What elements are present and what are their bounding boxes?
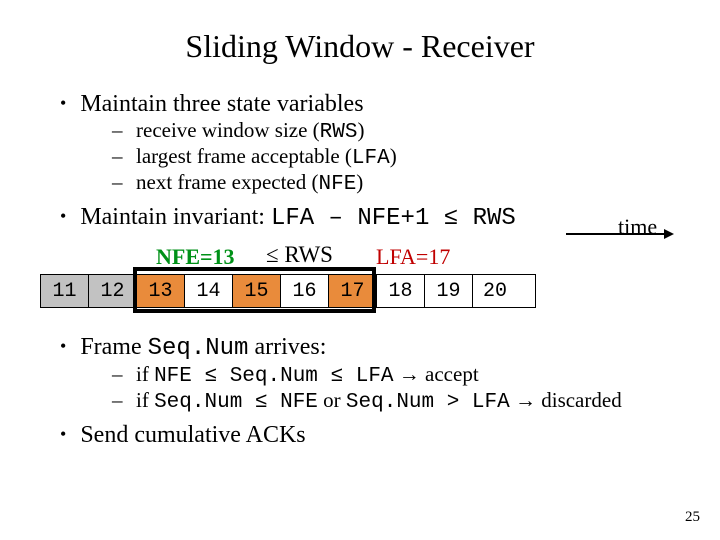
bullet-2: • Maintain invariant: LFA – NFE+1 ≤ RWS bbox=[60, 204, 690, 232]
bullet-3-post: arrives: bbox=[248, 334, 326, 360]
bullet-dot: • bbox=[60, 94, 66, 112]
sub-1a-pre: receive window size ( bbox=[136, 118, 320, 142]
bullet-2-pre: Maintain invariant: bbox=[80, 204, 271, 230]
sub-1b-code: LFA bbox=[352, 147, 390, 170]
sub-1a-post: ) bbox=[357, 118, 364, 142]
dash: – bbox=[112, 388, 126, 414]
sub-3a-code: NFE ≤ Seq.Num ≤ LFA bbox=[154, 365, 393, 388]
sub-1a: – receive window size (RWS) bbox=[112, 118, 690, 144]
cell: 15 bbox=[233, 275, 281, 307]
slide-body: • Maintain three state variables – recei… bbox=[0, 91, 720, 449]
sub-1c-pre: next frame expected ( bbox=[136, 170, 318, 194]
sub-1c-code: NFE bbox=[318, 173, 356, 196]
cell: 19 bbox=[425, 275, 473, 307]
slide-title: Sliding Window - Receiver bbox=[0, 0, 720, 83]
sub-3b-or: or bbox=[318, 388, 346, 412]
sub-3b-code2: Seq.Num > LFA bbox=[346, 391, 510, 414]
cell: 14 bbox=[185, 275, 233, 307]
bullet-4: • Send cumulative ACKs bbox=[60, 422, 690, 449]
dash: – bbox=[112, 118, 126, 144]
arrow-icon: → bbox=[510, 388, 542, 412]
cell-row: 11 12 13 14 15 16 17 18 19 20 bbox=[40, 274, 536, 308]
bullet-dot: • bbox=[60, 425, 66, 443]
cell: 16 bbox=[281, 275, 329, 307]
cell: 17 bbox=[329, 275, 377, 307]
sub-1b: – largest frame acceptable (LFA) bbox=[112, 144, 690, 170]
bullet-1-text: Maintain three state variables bbox=[80, 91, 363, 118]
bullet-3-code: Seq.Num bbox=[148, 335, 249, 362]
cell: 12 bbox=[89, 275, 137, 307]
sub-1c-post: ) bbox=[356, 170, 363, 194]
cell: 18 bbox=[377, 275, 425, 307]
sub-3b-code1: Seq.Num ≤ NFE bbox=[154, 391, 318, 414]
window-diagram: NFE=13 ≤ RWS LFA=17 time 11 12 13 14 15 … bbox=[20, 238, 690, 334]
bullet-3-pre: Frame bbox=[80, 334, 147, 360]
arrow-icon: → bbox=[394, 362, 426, 386]
bullet-dot: • bbox=[60, 207, 66, 225]
bullet-dot: • bbox=[60, 337, 66, 355]
sub-1b-post: ) bbox=[390, 144, 397, 168]
lfa-label: LFA=17 bbox=[376, 244, 450, 270]
sub-3b: – if Seq.Num ≤ NFE or Seq.Num > LFA → di… bbox=[112, 388, 690, 414]
bullet-4-text: Send cumulative ACKs bbox=[80, 422, 305, 449]
sub-1a-code: RWS bbox=[320, 121, 358, 144]
bullet-3: • Frame Seq.Num arrives: bbox=[60, 334, 690, 362]
cell: 20 bbox=[473, 275, 535, 307]
sub-3b-pre: if bbox=[136, 388, 154, 412]
bullet-2-code: LFA – NFE+1 ≤ RWS bbox=[271, 205, 516, 232]
sub-1b-pre: largest frame acceptable ( bbox=[136, 144, 352, 168]
sub-3b-post: discarded bbox=[541, 388, 621, 412]
nfe-label: NFE=13 bbox=[156, 244, 235, 270]
cell: 13 bbox=[137, 275, 185, 307]
dash: – bbox=[112, 144, 126, 170]
dash: – bbox=[112, 170, 126, 196]
sub-1c: – next frame expected (NFE) bbox=[112, 170, 690, 196]
dash: – bbox=[112, 362, 126, 388]
rws-label: ≤ RWS bbox=[266, 242, 333, 268]
page-number: 25 bbox=[685, 509, 700, 526]
cell: 11 bbox=[41, 275, 89, 307]
time-label: time bbox=[618, 214, 657, 240]
bullet-1: • Maintain three state variables bbox=[60, 91, 690, 118]
sub-3a: – if NFE ≤ Seq.Num ≤ LFA → accept bbox=[112, 362, 690, 388]
sub-3a-post: accept bbox=[425, 362, 479, 386]
sub-3a-pre: if bbox=[136, 362, 154, 386]
